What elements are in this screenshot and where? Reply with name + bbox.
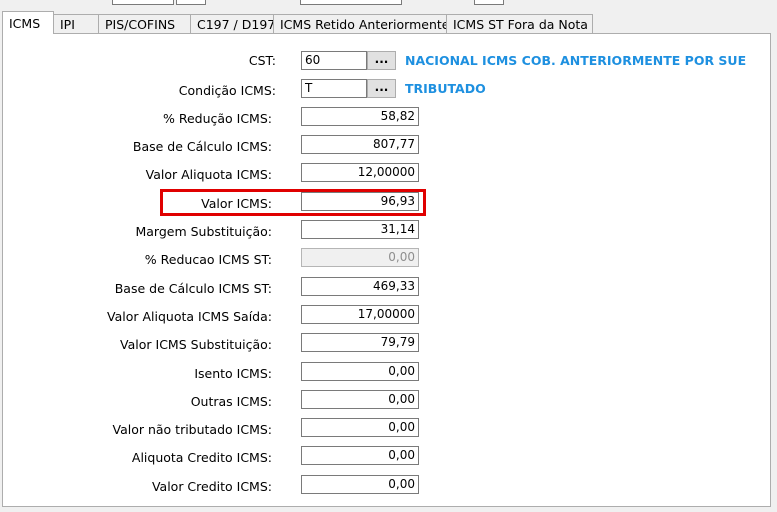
valor-icms-label: Valor ICMS: bbox=[201, 196, 272, 211]
valor-icms-substituicao-label: Valor ICMS Substituição: bbox=[120, 337, 272, 352]
condicao-icms-lookup-button[interactable]: ... bbox=[367, 79, 396, 98]
tab-pis-cofins[interactable]: PIS/COFINS bbox=[98, 14, 191, 33]
isento-icms-input[interactable]: 0,00 bbox=[301, 362, 419, 381]
aliquota-credito-icms-label: Aliquota Credito ICMS: bbox=[131, 450, 272, 465]
valor-aliquota-icms-saida-row: Valor Aliquota ICMS Saída: bbox=[3, 307, 272, 327]
cst-label: CST: bbox=[248, 53, 276, 68]
aliquota-credito-icms-input[interactable]: 0,00 bbox=[301, 446, 419, 465]
tab-strip: ICMS IPI PIS/COFINS C197 / D197 ICMS Ret… bbox=[0, 11, 777, 34]
valor-nao-tributado-icms-row: Valor não tributado ICMS: bbox=[3, 420, 272, 440]
valor-aliquota-icms-label: Valor Aliquota ICMS: bbox=[145, 167, 272, 182]
reducao-icms-row: % Redução ICMS: bbox=[3, 109, 272, 129]
valor-aliquota-icms-saida-input[interactable]: 17,00000 bbox=[301, 305, 419, 324]
isento-icms-label: Isento ICMS: bbox=[194, 366, 272, 381]
cutoff-field bbox=[300, 0, 402, 5]
base-calculo-icms-st-input[interactable]: 469,33 bbox=[301, 277, 419, 296]
condicao-icms-description: TRIBUTADO bbox=[405, 81, 486, 96]
valor-aliquota-icms-input[interactable]: 12,00000 bbox=[301, 163, 419, 182]
margem-substituicao-label: Margem Substituição: bbox=[135, 224, 272, 239]
tab-icms-retido-anteriormente[interactable]: ICMS Retido Anteriormente bbox=[273, 14, 449, 33]
base-calculo-icms-label: Base de Cálculo ICMS: bbox=[132, 139, 272, 154]
valor-icms-substituicao-row: Valor ICMS Substituição: bbox=[3, 335, 272, 355]
tab-c197-d197[interactable]: C197 / D197 bbox=[190, 14, 275, 33]
reducao-icms-st-row: % Reducao ICMS ST: bbox=[3, 250, 272, 270]
condicao-icms-input[interactable]: T bbox=[301, 79, 367, 98]
tab-icms-st-fora-da-nota[interactable]: ICMS ST Fora da Nota bbox=[446, 14, 593, 33]
margem-substituicao-row: Margem Substituição: bbox=[3, 222, 272, 242]
cst-description: NACIONAL ICMS COB. ANTERIORMENTE POR SUE bbox=[405, 53, 747, 68]
outras-icms-row: Outras ICMS: bbox=[3, 392, 272, 412]
valor-credito-icms-label: Valor Credito ICMS: bbox=[151, 479, 272, 494]
valor-nao-tributado-icms-input[interactable]: 0,00 bbox=[301, 418, 419, 437]
margem-substituicao-input[interactable]: 31,14 bbox=[301, 220, 419, 239]
valor-credito-icms-row: Valor Credito ICMS: bbox=[3, 477, 272, 497]
base-calculo-icms-input[interactable]: 807,77 bbox=[301, 135, 419, 154]
cst-lookup-button[interactable]: ... bbox=[367, 51, 396, 70]
outras-icms-input[interactable]: 0,00 bbox=[301, 390, 419, 409]
outras-icms-label: Outras ICMS: bbox=[190, 394, 272, 409]
cutoff-field bbox=[112, 0, 174, 5]
cst-input[interactable]: 60 bbox=[301, 51, 367, 70]
valor-aliquota-icms-saida-label: Valor Aliquota ICMS Saída: bbox=[107, 309, 272, 324]
reducao-icms-st-input: 0,00 bbox=[301, 248, 419, 267]
condicao-icms-label: Condição ICMS: bbox=[178, 83, 276, 98]
cutoff-button bbox=[176, 0, 206, 5]
valor-icms-substituicao-input[interactable]: 79,79 bbox=[301, 333, 419, 352]
valor-icms-input[interactable]: 96,93 bbox=[301, 192, 419, 211]
condicao-icms-row: Condição ICMS: bbox=[3, 81, 276, 101]
valor-nao-tributado-icms-label: Valor não tributado ICMS: bbox=[112, 422, 272, 437]
valor-aliquota-icms-row: Valor Aliquota ICMS: bbox=[3, 165, 272, 185]
valor-credito-icms-input[interactable]: 0,00 bbox=[301, 475, 419, 494]
reducao-icms-label: % Redução ICMS: bbox=[162, 111, 272, 126]
isento-icms-row: Isento ICMS: bbox=[3, 364, 272, 384]
cutoff-button bbox=[474, 0, 504, 5]
base-calculo-icms-st-row: Base de Cálculo ICMS ST: bbox=[3, 279, 272, 299]
aliquota-credito-icms-row: Aliquota Credito ICMS: bbox=[3, 448, 272, 468]
base-calculo-icms-row: Base de Cálculo ICMS: bbox=[3, 137, 272, 157]
cst-row: CST: bbox=[3, 51, 276, 71]
tab-icms[interactable]: ICMS bbox=[2, 11, 54, 34]
top-cutoff-strip bbox=[0, 0, 777, 6]
tab-ipi[interactable]: IPI bbox=[53, 14, 99, 33]
icms-panel: CST: 60 ... NACIONAL ICMS COB. ANTERIORM… bbox=[2, 33, 771, 507]
reducao-icms-st-label: % Reducao ICMS ST: bbox=[144, 252, 272, 267]
reducao-icms-input[interactable]: 58,82 bbox=[301, 107, 419, 126]
base-calculo-icms-st-label: Base de Cálculo ICMS ST: bbox=[114, 281, 272, 296]
valor-icms-row: Valor ICMS: bbox=[3, 194, 272, 214]
